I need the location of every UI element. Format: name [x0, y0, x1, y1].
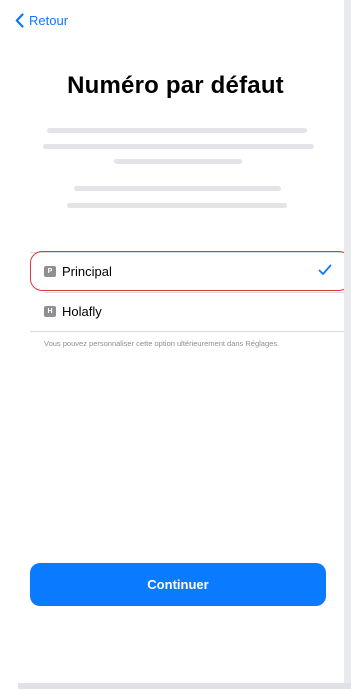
page-title: Numéro par défaut	[67, 72, 284, 99]
back-button[interactable]: Retour	[15, 10, 68, 30]
selection-highlight	[30, 251, 351, 291]
placeholder-line	[67, 203, 287, 208]
placeholder-line	[114, 159, 242, 164]
window-edge	[344, 0, 351, 689]
placeholder-line	[47, 128, 307, 133]
placeholder-line	[43, 144, 314, 149]
placeholder-line	[74, 186, 281, 191]
option-holafly[interactable]: H Holafly	[30, 294, 348, 328]
chevron-left-icon	[15, 12, 24, 28]
back-label: Retour	[29, 12, 69, 28]
sim-badge-icon: H	[44, 305, 56, 317]
hint-text: Vous pouvez personnaliser cette option u…	[44, 339, 280, 348]
separator	[30, 331, 345, 332]
separator	[44, 292, 345, 293]
window-edge	[18, 683, 351, 689]
continue-button[interactable]: Continuer	[30, 563, 326, 606]
default-number-screen: Retour Numéro par défaut P Principal H H…	[0, 0, 351, 689]
option-label: Holafly	[62, 303, 102, 319]
